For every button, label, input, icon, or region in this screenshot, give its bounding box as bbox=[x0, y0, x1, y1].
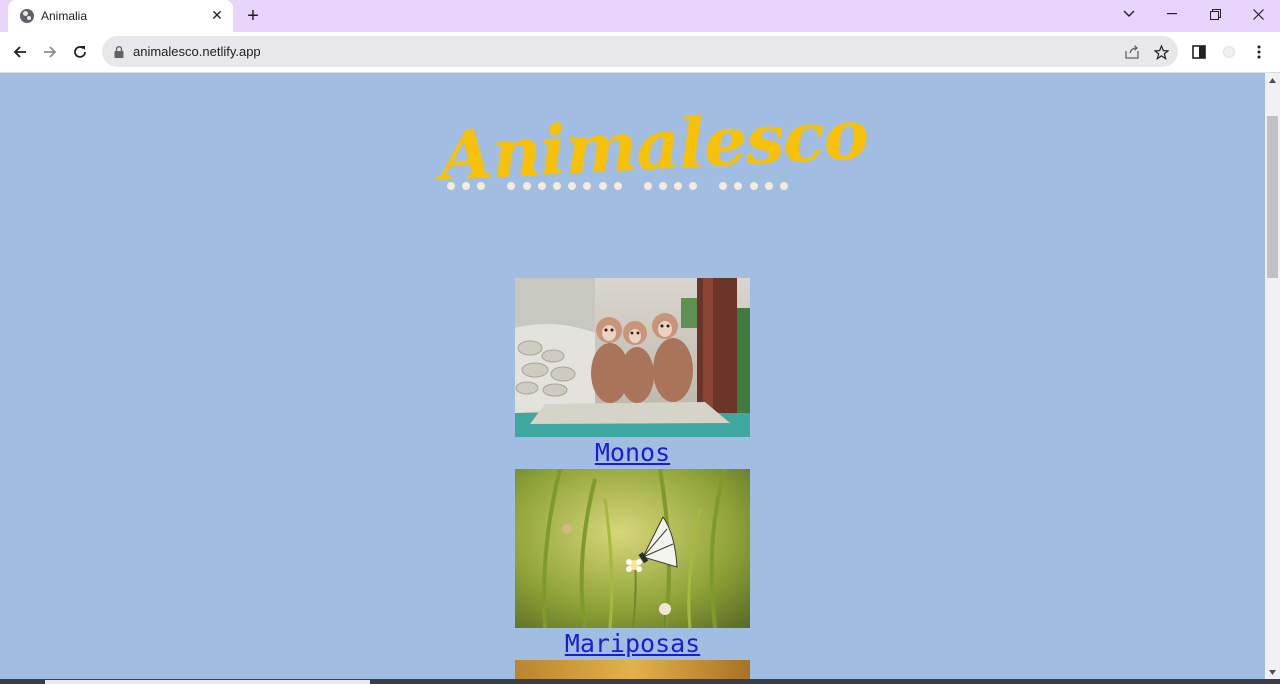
animal-card-mariposas: Mariposas bbox=[515, 469, 750, 659]
tab-strip: Animalia ✕ + bbox=[0, 0, 1280, 32]
scroll-up-arrow-icon[interactable] bbox=[1265, 73, 1280, 87]
lock-icon[interactable] bbox=[114, 45, 124, 63]
address-bar[interactable]: animalesco.netlify.app bbox=[102, 36, 1178, 67]
browser-toolbar: animalesco.netlify.app bbox=[0, 32, 1280, 73]
minimize-button[interactable] bbox=[1150, 0, 1194, 28]
close-window-button[interactable] bbox=[1236, 0, 1280, 28]
monkeys-photo[interactable] bbox=[515, 278, 750, 437]
animal-link-monos[interactable]: Monos bbox=[515, 438, 750, 468]
side-panel-icon[interactable] bbox=[1187, 40, 1211, 64]
page-scrollbar[interactable] bbox=[1265, 73, 1280, 679]
new-tab-button[interactable]: + bbox=[243, 6, 263, 26]
back-button[interactable] bbox=[8, 40, 32, 64]
close-tab-icon[interactable]: ✕ bbox=[209, 7, 225, 23]
butterfly-photo[interactable] bbox=[515, 469, 750, 628]
profile-avatar[interactable] bbox=[1217, 40, 1241, 64]
restore-button[interactable] bbox=[1193, 0, 1237, 28]
forward-button[interactable] bbox=[38, 40, 62, 64]
page-viewport: Animalesco Monos Mariposas bbox=[0, 73, 1265, 684]
scrollbar-thumb[interactable] bbox=[1267, 116, 1278, 278]
url-text[interactable]: animalesco.netlify.app bbox=[133, 44, 261, 59]
taskbar-edge bbox=[0, 679, 1280, 684]
share-icon[interactable] bbox=[1123, 43, 1141, 61]
animal-card-monos: Monos bbox=[515, 278, 750, 468]
logo-dots bbox=[447, 182, 795, 190]
bookmark-star-icon[interactable] bbox=[1152, 43, 1170, 61]
scroll-down-arrow-icon[interactable] bbox=[1265, 665, 1280, 679]
tab-title: Animalia bbox=[41, 9, 88, 23]
globe-icon bbox=[20, 9, 34, 23]
reload-button[interactable] bbox=[68, 40, 92, 64]
menu-kebab-icon[interactable] bbox=[1247, 40, 1271, 64]
animal-link-mariposas[interactable]: Mariposas bbox=[515, 629, 750, 659]
tab-search-button[interactable] bbox=[1107, 0, 1151, 28]
site-logo: Animalesco bbox=[438, 95, 870, 203]
browser-tab[interactable]: Animalia ✕ bbox=[8, 0, 233, 32]
